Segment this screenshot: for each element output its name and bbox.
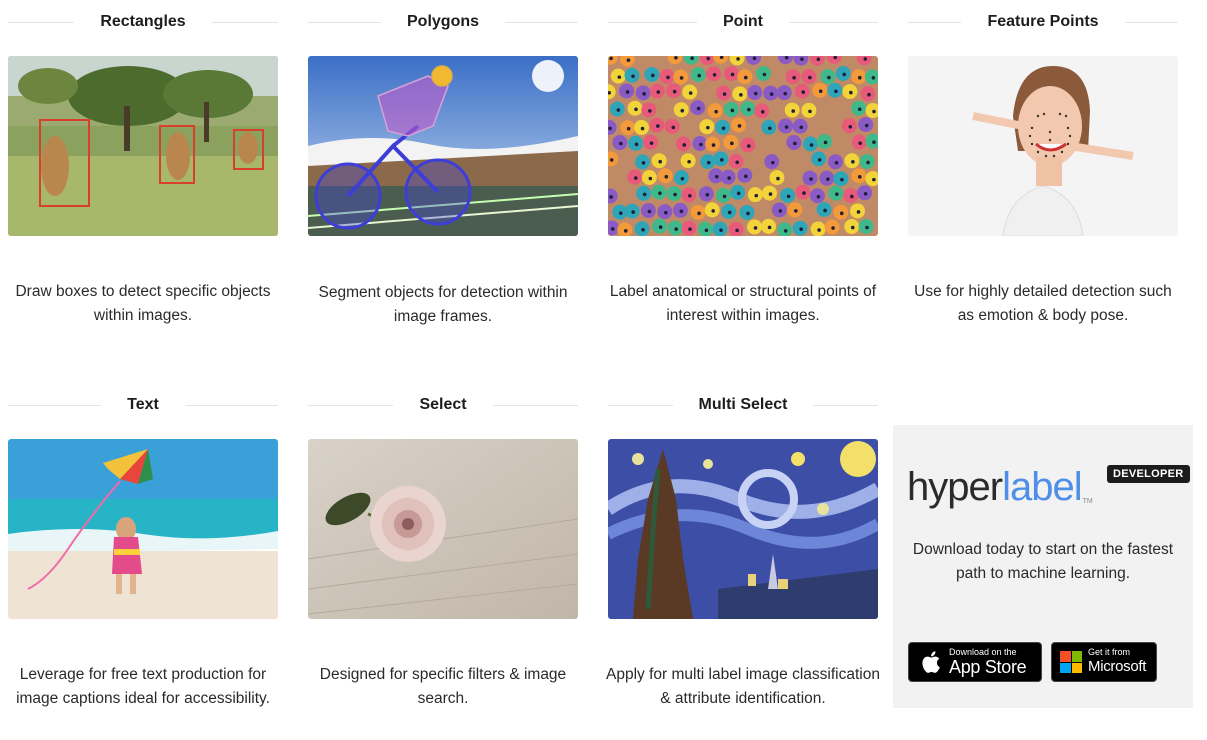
card-description: Designed for specific filters & image se… [319,666,567,707]
text-image [8,439,278,619]
card-point: Point Label anatomical or structural poi… [608,12,878,324]
card-select: Select Designed for specific filters & i… [308,395,578,707]
apple-icon [922,651,940,673]
hyperlabel-logo[interactable]: hyper label TM [907,461,1093,507]
polygons-image [308,56,578,236]
rectangles-image [8,56,278,236]
card-title: Rectangles [8,12,278,32]
card-feature-points: Feature Points Use for highly detailed d… [908,12,1178,324]
card-description: Apply for multi label image classificati… [606,666,880,707]
card-description: Use for highly detailed detection such a… [914,283,1172,324]
card-title: Feature Points [908,12,1178,32]
app-store-button[interactable]: Download on the App Store [908,642,1042,682]
card-description: Leverage for free text production for im… [16,666,270,707]
card-description: Segment objects for detection within ima… [318,284,568,325]
card-title: Polygons [308,12,578,32]
promo-description: Download today to start on the fastest p… [912,541,1174,582]
microsoft-store-button[interactable]: Get it from Microsoft [1051,642,1157,682]
multi-select-image [608,439,878,619]
card-multi-select: Multi Select Apply for multi label image… [606,395,880,707]
select-image [308,439,578,619]
card-title: Text [8,395,278,415]
card-text: Text Leverage for free text production f… [8,395,278,707]
feature-points-image [908,56,1178,236]
card-description: Draw boxes to detect specific objects wi… [15,283,271,324]
card-rectangles: Rectangles Draw boxes to detect specific… [8,12,278,324]
microsoft-logo-icon [1060,651,1082,673]
card-description: Label anatomical or structural points of… [609,283,877,324]
developer-badge: DEVELOPER [1107,465,1190,483]
card-title: Point [608,12,878,32]
point-image [608,56,878,236]
card-title: Select [308,395,578,415]
promo-panel: hyper label TM DEVELOPER Download today to… [893,425,1193,708]
card-polygons: Polygons Segment objects for detection w… [308,12,578,325]
card-title: Multi Select [608,395,878,415]
